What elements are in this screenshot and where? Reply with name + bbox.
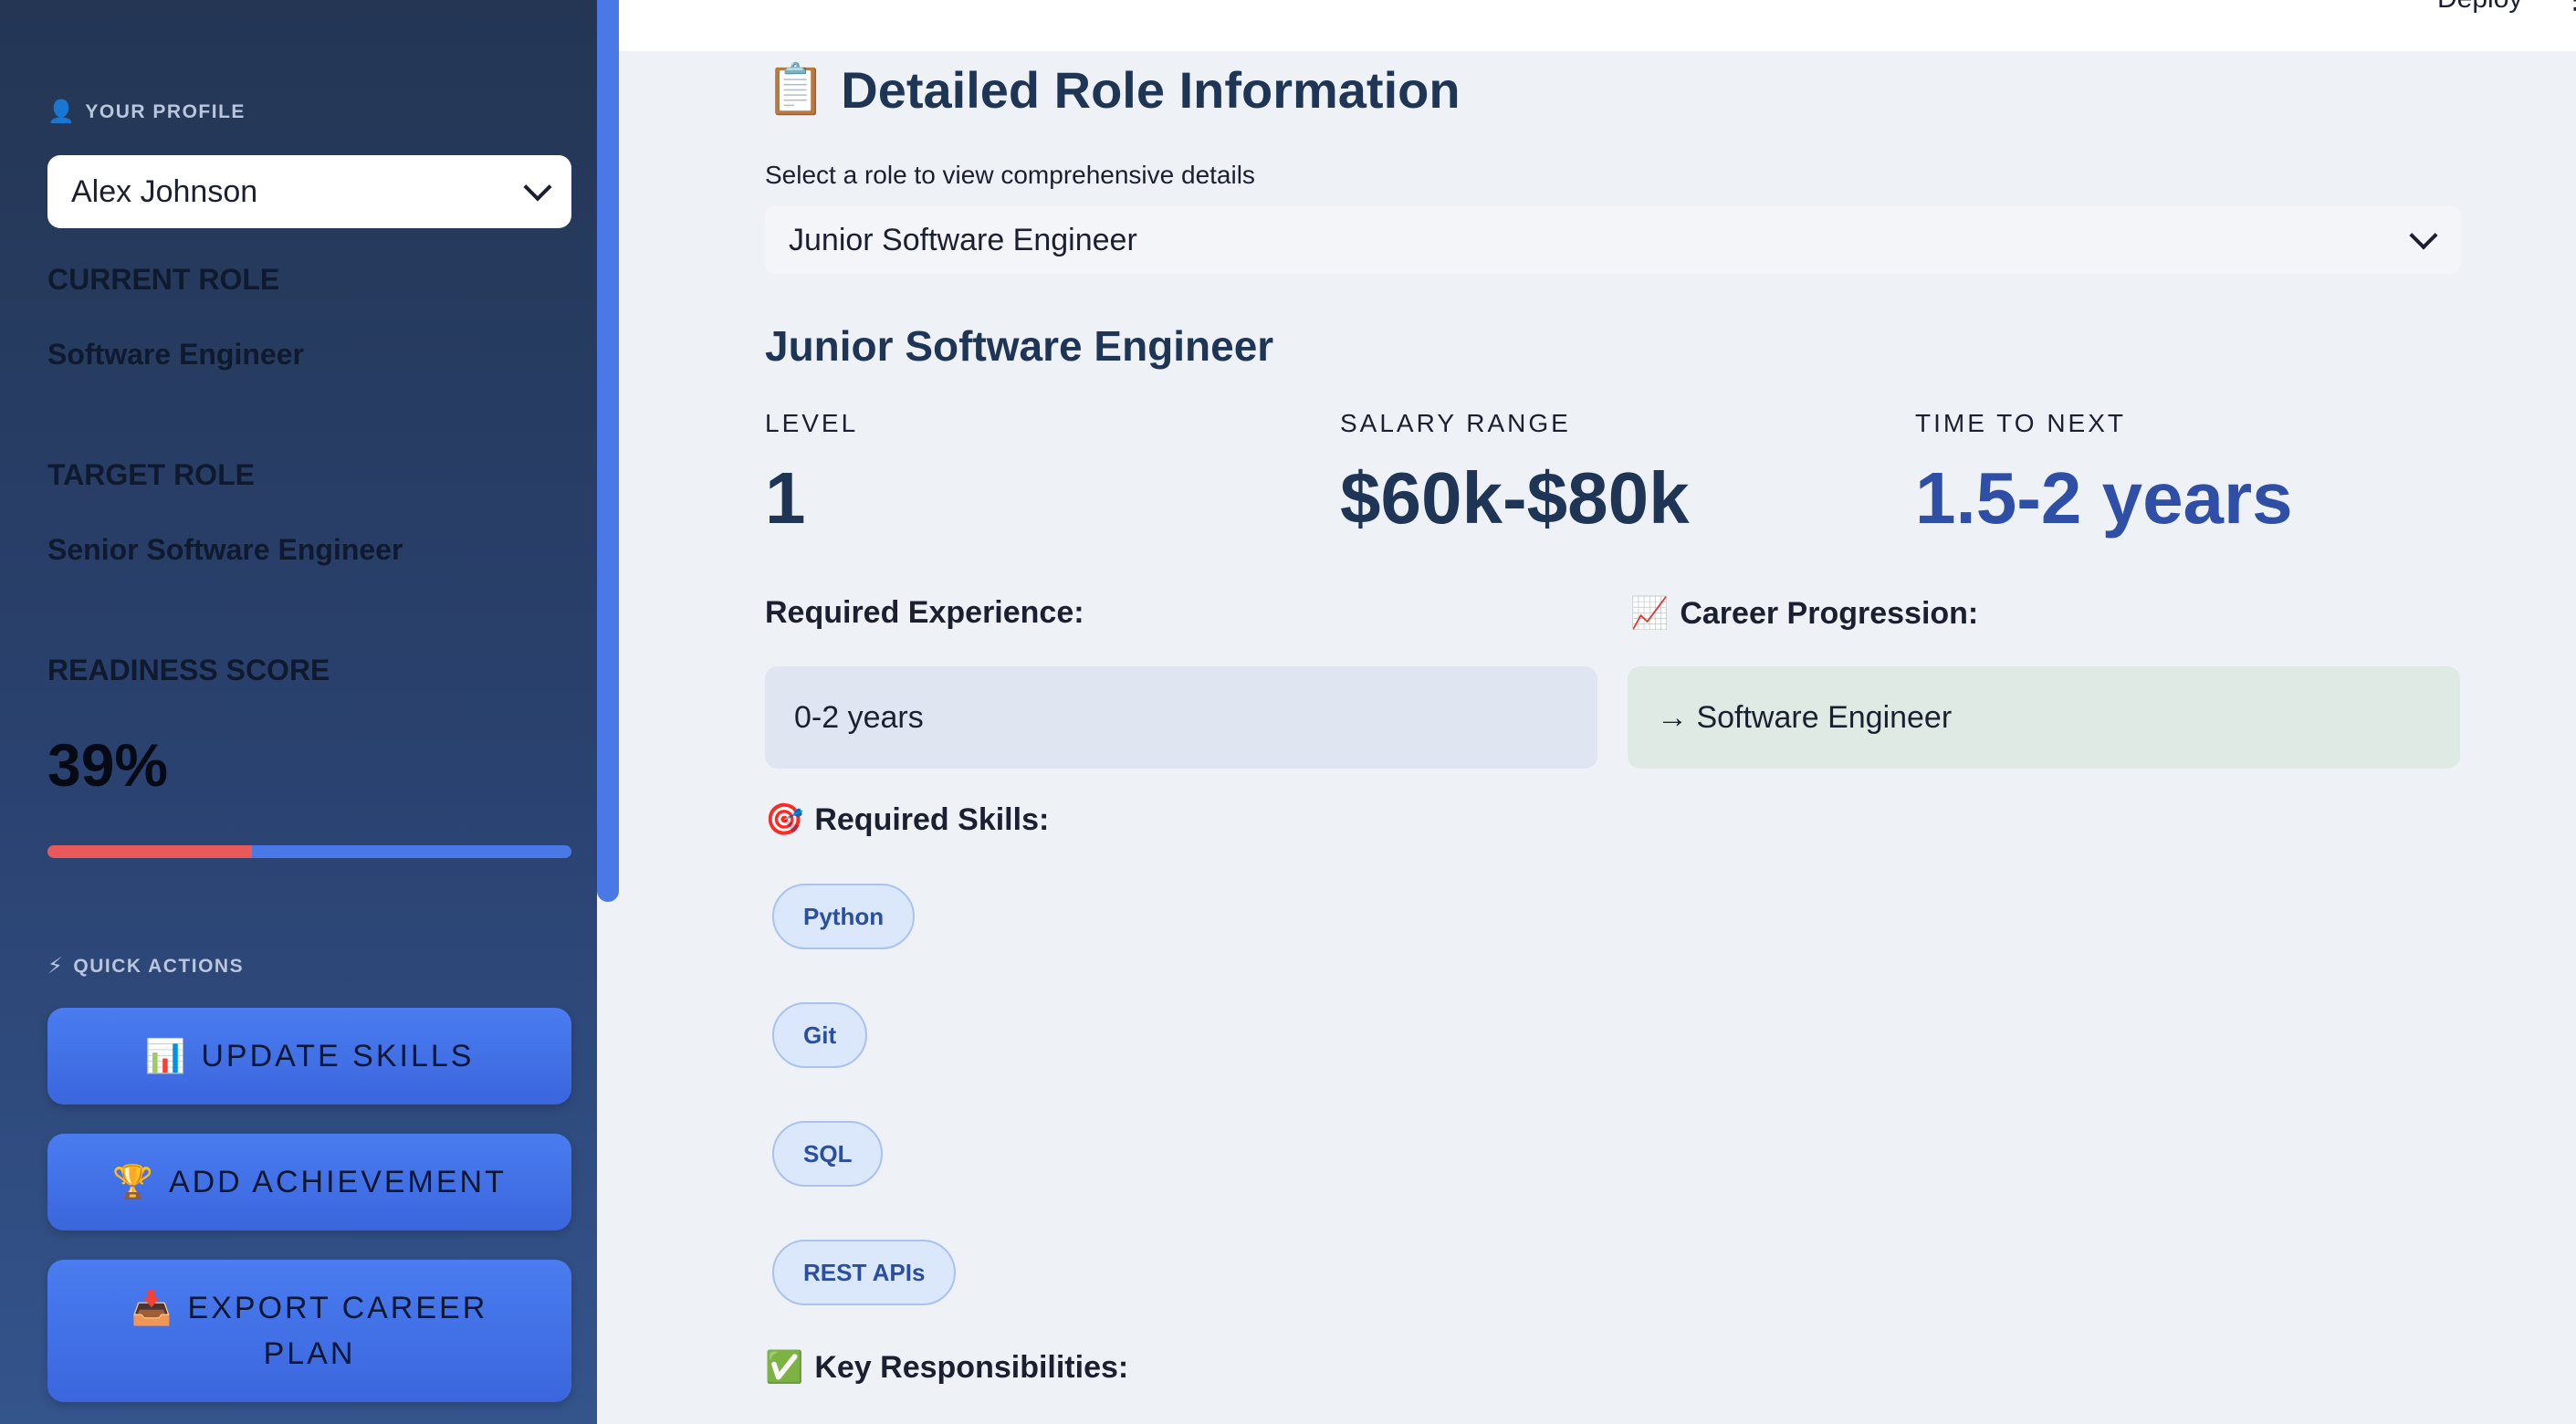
trophy-icon: 🏆 <box>112 1163 156 1200</box>
time-to-next-value: 1.5-2 years <box>1915 457 2293 539</box>
salary-range-label: SALARY RANGE <box>1340 409 1571 437</box>
profile-heading: 👤 YOUR PROFILE <box>47 99 246 124</box>
time-to-next-label: TIME TO NEXT <box>1915 409 2126 437</box>
career-progression-box: → Software Engineer <box>1628 666 2460 769</box>
readiness-score-label: READINESS SCORE <box>47 654 330 686</box>
chevron-down-icon <box>523 173 552 202</box>
skill-chip-python[interactable]: Python <box>772 884 916 949</box>
page-title: 📋 Detailed Role Information <box>765 61 1461 119</box>
add-achievement-button[interactable]: 🏆 ADD ACHIEVEMENT <box>47 1134 571 1230</box>
readiness-score-value: 39% <box>47 731 169 799</box>
key-responsibilities-heading: ✅ Key Responsibilities: <box>765 1349 1129 1386</box>
role-select-label: Select a role to view comprehensive deta… <box>765 161 1255 189</box>
target-role-value: Senior Software Engineer <box>47 533 403 566</box>
person-icon: 👤 <box>47 99 77 124</box>
level-label: LEVEL <box>765 409 859 437</box>
check-mark-icon: ✅ <box>765 1350 804 1385</box>
export-career-plan-button[interactable]: 📥 EXPORT CAREER PLAN <box>47 1260 571 1402</box>
skill-chip-rest-apis[interactable]: REST APIs <box>772 1240 957 1305</box>
top-bar <box>619 0 2576 51</box>
main-menu-icon[interactable]: ⋮ <box>2561 0 2576 16</box>
current-role-value: Software Engineer <box>47 338 304 371</box>
skill-chip-git[interactable]: Git <box>772 1002 868 1068</box>
role-select[interactable]: Junior Software Engineer <box>765 206 2461 274</box>
target-role-label: TARGET ROLE <box>47 458 255 491</box>
required-experience-box: 0-2 years <box>765 666 1597 769</box>
chart-increasing-icon: 📈 <box>1630 596 1670 631</box>
required-skills-heading: 🎯 Required Skills: <box>765 801 1050 838</box>
readiness-progress-fill <box>47 845 252 858</box>
export-button-line1: 📥 EXPORT CAREER <box>131 1285 488 1331</box>
bar-chart-icon: 📊 <box>144 1037 189 1074</box>
sidebar: 👤 YOUR PROFILE Alex Johnson CURRENT ROLE… <box>0 0 597 1424</box>
export-button-line2: PLAN <box>263 1336 356 1371</box>
profile-select[interactable]: Alex Johnson <box>47 155 571 228</box>
required-experience-heading: Required Experience: <box>765 595 1084 630</box>
sidebar-scrollbar[interactable] <box>597 0 619 902</box>
deploy-button[interactable]: Deploy <box>2437 0 2522 15</box>
clipboard-icon: 📋 <box>765 62 827 117</box>
role-heading: Junior Software Engineer <box>765 322 1274 370</box>
chevron-down-icon <box>2409 221 2438 250</box>
level-value: 1 <box>765 457 806 539</box>
inbox-tray-icon: 📥 <box>131 1289 175 1326</box>
skill-chip-sql[interactable]: SQL <box>772 1121 884 1187</box>
salary-range-value: $60k-$80k <box>1340 457 1690 539</box>
readiness-progress-bar <box>47 845 571 858</box>
quick-actions-heading: ⚡ QUICK ACTIONS <box>47 954 245 979</box>
update-skills-button[interactable]: 📊 UPDATE SKILLS <box>47 1008 571 1105</box>
lightning-icon: ⚡ <box>47 954 65 979</box>
career-progression-heading: 📈 Career Progression: <box>1630 595 1979 632</box>
target-icon: 🎯 <box>765 802 804 837</box>
current-role-label: CURRENT ROLE <box>47 263 280 296</box>
